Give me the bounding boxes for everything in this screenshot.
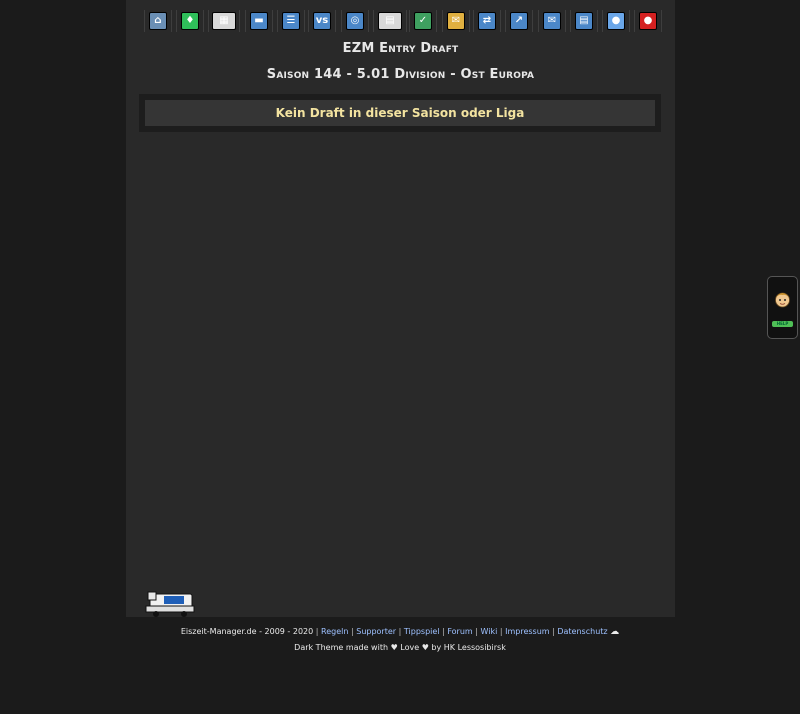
toolbar-item-jersey[interactable]: ♦: [176, 10, 204, 32]
league-icon: ✓: [414, 12, 432, 30]
toolbar-item-home[interactable]: ⌂: [144, 10, 172, 32]
toolbar-item-transfer[interactable]: ⇄: [473, 10, 501, 32]
footer-link-supporter[interactable]: Supporter: [356, 627, 396, 636]
logout-icon: ●: [639, 12, 657, 30]
toolbar-item-scout[interactable]: ◎: [341, 10, 369, 32]
toolbar-item-versus[interactable]: vs: [308, 10, 336, 32]
message-box: Kein Draft in dieser Saison oder Liga: [139, 94, 661, 132]
footer-link-forum[interactable]: Forum: [447, 627, 472, 636]
toolbar-item-list[interactable]: ☰: [277, 10, 305, 32]
home-icon: ⌂: [149, 12, 167, 30]
zamboni-icon: [145, 591, 195, 617]
no-draft-message: Kein Draft in dieser Saison oder Liga: [145, 100, 655, 126]
help-widget[interactable]: HELP: [767, 276, 798, 339]
toolbar-item-lineup[interactable]: ▦: [208, 10, 240, 32]
main-panel: ⌂ ♦ ▦ ▬ ☰ vs ◎ ▤ ✓ ✉ ⇄ ↗ ✉ ▤ ● ● EZM Entry Draft Saison…: [126, 0, 675, 617]
news-icon: ▤: [575, 12, 593, 30]
toolbar-item-news[interactable]: ▤: [570, 10, 598, 32]
chat-icon: ●: [607, 12, 625, 30]
page-subtitle: Saison 144 - 5.01 Division - Ost Europa: [266, 67, 535, 82]
footer-credit: Dark Theme made with ♥ Love ♥ by HK Less…: [294, 643, 506, 652]
toolbar-item-arena[interactable]: ▤: [373, 10, 407, 32]
footer-link-wiki[interactable]: Wiki: [480, 627, 497, 636]
footer-link-rules[interactable]: Regeln: [321, 627, 348, 636]
toolbar-item-training[interactable]: ▬: [245, 10, 273, 32]
arena-icon: ▤: [378, 12, 402, 30]
stats-icon: ↗: [510, 12, 528, 30]
jersey-icon: ♦: [181, 12, 199, 30]
toolbar-item-finance[interactable]: ✉: [442, 10, 470, 32]
transfer-icon: ⇄: [478, 12, 496, 30]
training-icon: ▬: [250, 12, 268, 30]
toolbar-item-mail[interactable]: ✉: [538, 10, 566, 32]
rain-cloud-icon: ☁: [610, 627, 620, 637]
footer-site: Eiszeit-Manager.de - 2009 - 2020: [180, 627, 314, 636]
scout-icon: ◎: [346, 12, 364, 30]
help-button[interactable]: HELP: [772, 321, 793, 327]
lineup-icon: ▦: [212, 12, 236, 30]
footer-link-tippspiel[interactable]: Tippspiel: [404, 627, 440, 636]
footer-link-datenschutz[interactable]: Datenschutz: [557, 627, 607, 636]
mail-icon: ✉: [543, 12, 561, 30]
page-title: EZM Entry Draft: [342, 41, 459, 56]
footer-links: Eiszeit-Manager.de - 2009 - 2020 | Regel…: [180, 627, 620, 637]
versus-icon: vs: [313, 12, 331, 30]
toolbar-item-league[interactable]: ✓: [409, 10, 437, 32]
finance-icon: ✉: [447, 12, 465, 30]
avatar-icon: [775, 292, 790, 308]
main-toolbar: ⌂ ♦ ▦ ▬ ☰ vs ◎ ▤ ✓ ✉ ⇄ ↗ ✉ ▤ ● ●: [138, 10, 663, 32]
list-icon: ☰: [282, 12, 300, 30]
footer-link-impressum[interactable]: Impressum: [505, 627, 549, 636]
toolbar-item-stats[interactable]: ↗: [505, 10, 533, 32]
toolbar-item-chat[interactable]: ●: [602, 10, 630, 32]
toolbar-item-logout[interactable]: ●: [634, 10, 662, 32]
